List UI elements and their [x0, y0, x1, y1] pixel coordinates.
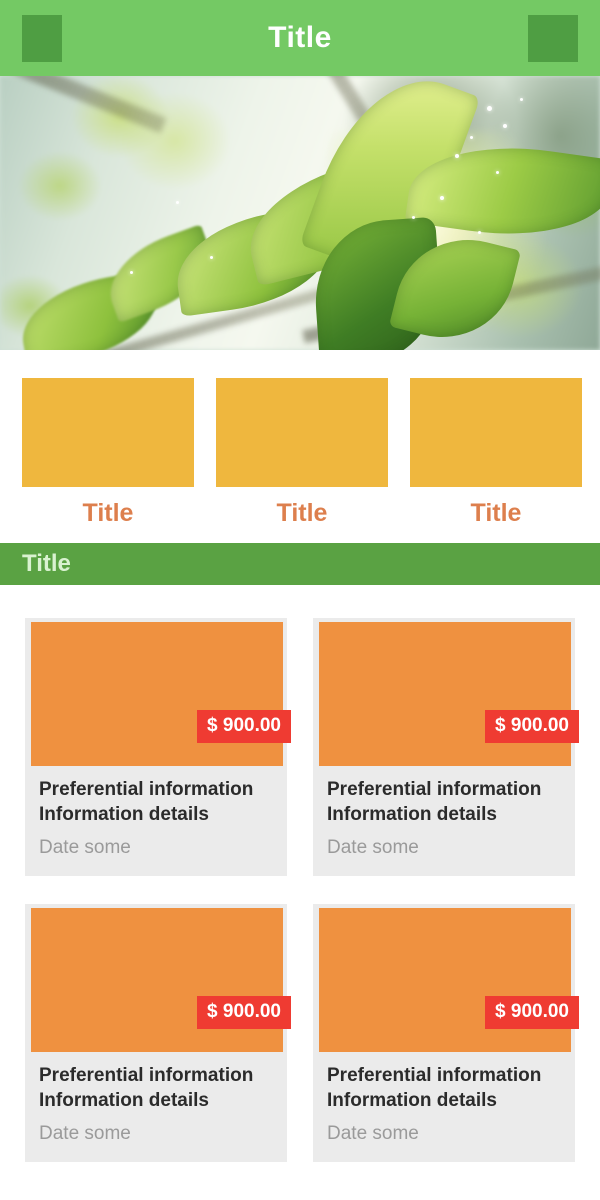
product-date: Date some [327, 1123, 419, 1144]
hero-sparkle-icon [130, 271, 133, 274]
product-title-line1: Preferential information [327, 779, 542, 800]
card-row: $ 900.00 Preferential information Inform… [0, 904, 600, 1162]
hero-sparkle-icon [478, 231, 481, 234]
category-tile-label: Title [82, 499, 134, 527]
mobile-landing-page: Title Title Title Title Title $ 900.00 P… [0, 0, 600, 1200]
product-image[interactable]: $ 900.00 [31, 908, 291, 1052]
category-tile-thumbnail[interactable] [410, 378, 582, 487]
product-title-line2: Information details [327, 804, 497, 825]
category-tile[interactable]: Title [410, 378, 582, 528]
section-title: Title [22, 550, 71, 577]
hero-sparkle-icon [210, 256, 213, 259]
category-tile[interactable]: Title [216, 378, 388, 528]
price-badge: $ 900.00 [197, 996, 291, 1029]
product-date: Date some [327, 837, 419, 858]
price-badge: $ 900.00 [485, 996, 579, 1029]
product-card-body: Preferential information Information det… [319, 766, 571, 876]
product-image[interactable]: $ 900.00 [319, 622, 579, 766]
product-title-line1: Preferential information [39, 1065, 254, 1086]
product-card-body: Preferential information Information det… [31, 766, 283, 876]
section-header-bar: Title [0, 543, 600, 585]
product-card[interactable]: $ 900.00 Preferential information Inform… [313, 904, 579, 1162]
category-tile-thumbnail[interactable] [22, 378, 194, 487]
product-card-grid: $ 900.00 Preferential information Inform… [0, 585, 600, 1162]
product-card-body: Preferential information Information det… [319, 1052, 571, 1162]
product-date: Date some [39, 837, 131, 858]
category-tile-label: Title [276, 499, 328, 527]
product-image[interactable]: $ 900.00 [31, 622, 291, 766]
card-row: $ 900.00 Preferential information Inform… [0, 618, 600, 876]
product-card[interactable]: $ 900.00 Preferential information Inform… [25, 618, 291, 876]
price-badge: $ 900.00 [485, 710, 579, 743]
hero-sparkle-icon [503, 124, 507, 128]
hero-sparkle-icon [496, 171, 499, 174]
product-title-line1: Preferential information [39, 779, 254, 800]
product-image[interactable]: $ 900.00 [319, 908, 579, 1052]
product-card[interactable]: $ 900.00 Preferential information Inform… [25, 904, 291, 1162]
page-title: Title [268, 21, 332, 54]
hero-sparkle-icon [470, 136, 473, 139]
app-header: Title [0, 0, 600, 76]
category-tile-thumbnail[interactable] [216, 378, 388, 487]
hero-sparkle-icon [520, 98, 523, 101]
product-title-line1: Preferential information [327, 1065, 542, 1086]
product-card[interactable]: $ 900.00 Preferential information Inform… [313, 618, 579, 876]
product-title-line2: Information details [39, 804, 209, 825]
hero-sparkle-icon [176, 201, 179, 204]
product-card-body: Preferential information Information det… [31, 1052, 283, 1162]
product-title-line2: Information details [39, 1090, 209, 1111]
product-date: Date some [39, 1123, 131, 1144]
hero-sparkle-icon [487, 106, 492, 111]
hero-sparkle-icon [455, 154, 459, 158]
hero-banner-image[interactable] [0, 76, 600, 350]
category-tile-label: Title [470, 499, 522, 527]
category-tiles: Title Title Title [0, 350, 600, 543]
hero-sparkle-icon [440, 196, 444, 200]
category-tile[interactable]: Title [22, 378, 194, 528]
hero-sparkle-icon [412, 216, 415, 219]
price-badge: $ 900.00 [197, 710, 291, 743]
product-title-line2: Information details [327, 1090, 497, 1111]
